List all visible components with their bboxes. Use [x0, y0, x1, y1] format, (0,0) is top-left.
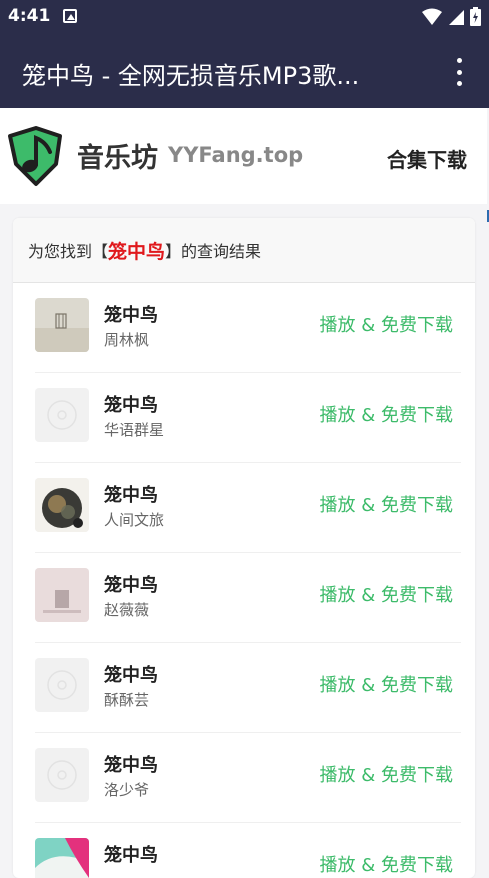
song-title[interactable]: 笼中鸟	[104, 301, 158, 327]
results-header: 为您找到【 笼中鸟 】的查询结果	[13, 218, 475, 283]
song-artist: 周林枫	[104, 331, 150, 349]
song-artist: 酥酥芸	[104, 691, 150, 709]
app-bar-title: 笼中鸟 - 全网无损音乐MP3歌...	[22, 62, 360, 90]
results-card: 为您找到【 笼中鸟 】的查询结果 笼中鸟 周林枫 播放 & 免费下载 笼中鸟 华语群…	[13, 218, 475, 878]
song-title[interactable]: 笼中鸟	[104, 481, 158, 507]
collection-download-link[interactable]: 合集下载	[387, 144, 467, 173]
song-artist: 人间文旅	[104, 511, 165, 529]
list-item[interactable]: 笼中鸟 播放 & 免费下载	[35, 823, 461, 878]
results-suffix: 】的查询结果	[165, 242, 262, 261]
play-download-button[interactable]: 播放 & 免费下载	[320, 401, 453, 427]
song-artist: 华语群星	[104, 421, 165, 439]
signal-icon	[449, 9, 464, 25]
overflow-menu-icon[interactable]	[449, 58, 469, 86]
play-download-button[interactable]: 播放 & 免费下载	[320, 851, 453, 877]
status-bar: 4:41	[0, 0, 489, 34]
list-item[interactable]: 笼中鸟 华语群星 播放 & 免费下载	[35, 373, 461, 463]
search-keyword: 笼中鸟	[108, 240, 166, 263]
list-item[interactable]: 笼中鸟 洛少爷 播放 & 免费下载	[35, 733, 461, 823]
app-bar: 笼中鸟 - 全网无损音乐MP3歌...	[0, 34, 489, 108]
list-item[interactable]: 笼中鸟 周林枫 播放 & 免费下载	[35, 283, 461, 373]
site-domain[interactable]: YYFang.top	[168, 143, 303, 167]
album-cover	[35, 298, 89, 352]
battery-icon	[470, 7, 481, 26]
list-item[interactable]: 笼中鸟 赵薇薇 播放 & 免费下载	[35, 553, 461, 643]
song-artist: 赵薇薇	[104, 601, 150, 619]
list-item[interactable]: 笼中鸟 酥酥芸 播放 & 免费下载	[35, 643, 461, 733]
album-cover	[35, 478, 89, 532]
play-download-button[interactable]: 播放 & 免费下载	[320, 311, 453, 337]
play-download-button[interactable]: 播放 & 免费下载	[320, 761, 453, 787]
site-header: 音乐坊 YYFang.top 合集下载	[0, 108, 487, 204]
album-cover	[35, 568, 89, 622]
status-time: 4:41	[8, 6, 51, 26]
play-download-button[interactable]: 播放 & 免费下载	[320, 491, 453, 517]
song-artist: 洛少爷	[104, 781, 150, 799]
song-title[interactable]: 笼中鸟	[104, 751, 158, 777]
list-item[interactable]: 笼中鸟 人间文旅 播放 & 免费下载	[35, 463, 461, 553]
music-note-logo-icon[interactable]	[6, 124, 64, 188]
song-title[interactable]: 笼中鸟	[104, 661, 158, 687]
song-title[interactable]: 笼中鸟	[104, 391, 158, 417]
play-download-button[interactable]: 播放 & 免费下载	[320, 581, 453, 607]
wifi-icon	[422, 8, 442, 25]
song-title[interactable]: 笼中鸟	[104, 571, 158, 597]
album-cover	[35, 838, 89, 878]
song-title[interactable]: 笼中鸟	[104, 841, 158, 867]
results-prefix: 为您找到【	[28, 242, 109, 261]
album-cover-placeholder	[35, 388, 89, 442]
status-icons	[422, 7, 481, 26]
play-download-button[interactable]: 播放 & 免费下载	[320, 671, 453, 697]
site-name[interactable]: 音乐坊	[77, 136, 158, 175]
album-cover-placeholder	[35, 658, 89, 712]
album-cover-placeholder	[35, 748, 89, 802]
notification-icon	[63, 9, 77, 23]
